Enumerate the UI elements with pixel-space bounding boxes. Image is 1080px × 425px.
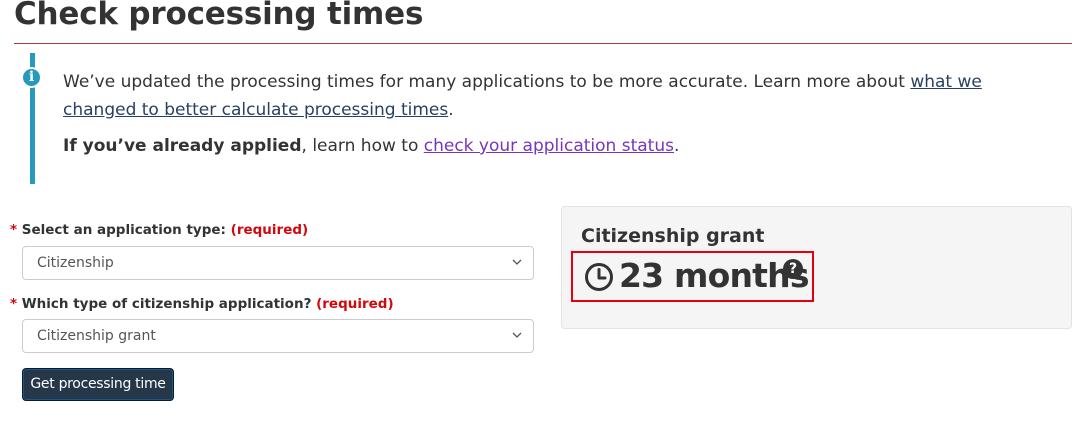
required-marker: (required) [316, 296, 394, 312]
processing-time-value: 23 months [619, 256, 809, 295]
title-divider [14, 43, 1072, 44]
required-marker: (required) [230, 222, 309, 238]
required-star: * [10, 222, 18, 238]
alert-text-period: . [448, 100, 454, 120]
chevron-down-icon [511, 247, 523, 292]
alert-text-end: . [673, 136, 680, 156]
citizenship-type-value: Citizenship grant [37, 328, 156, 344]
processing-time-result-panel: Citizenship grant 23 months ? [561, 206, 1072, 329]
chevron-down-icon [511, 320, 523, 365]
result-title: Citizenship grant [581, 225, 765, 247]
question-circle-icon[interactable]: ? [783, 259, 803, 279]
application-type-label: * Select an application type: (required) [10, 222, 308, 238]
application-type-label-text: Select an application type: [21, 222, 226, 238]
required-star: * [10, 296, 18, 312]
application-type-value: Citizenship [37, 255, 114, 271]
citizenship-type-label: * Which type of citizenship application?… [10, 296, 394, 312]
info-alert-message: We’ve updated the processing times for m… [63, 68, 1043, 160]
clock-icon [585, 263, 613, 291]
alert-paragraph-1: We’ve updated the processing times for m… [63, 68, 1043, 124]
get-processing-time-button[interactable]: Get processing time [22, 368, 174, 401]
alert-text-intro: We’ve updated the processing times for m… [63, 72, 911, 92]
alert-bold-text: If you’ve already applied [63, 136, 302, 156]
check-application-status-link[interactable]: check your application status [424, 136, 674, 156]
application-type-select[interactable]: Citizenship [22, 246, 534, 280]
citizenship-type-label-text: Which type of citizenship application? [21, 296, 312, 312]
processing-time-highlight: 23 months ? [571, 251, 814, 302]
alert-text-middle: , learn how to [301, 136, 424, 156]
alert-paragraph-2: If you’ve already applied, learn how to … [63, 132, 1043, 160]
citizenship-type-select[interactable]: Citizenship grant [22, 319, 534, 353]
info-icon: i [21, 67, 42, 88]
page-title: Check processing times [14, 0, 424, 32]
